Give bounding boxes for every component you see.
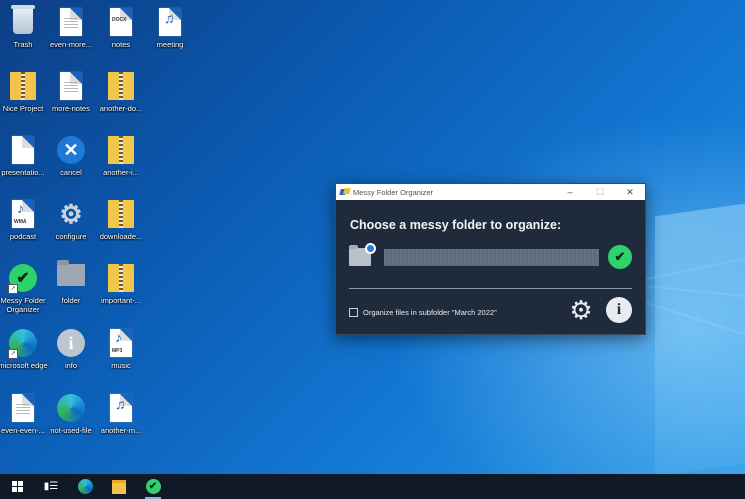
window-titlebar[interactable]: Messy Folder Organizer – ☐ ✕	[336, 184, 645, 200]
checkmark-icon: ✔	[145, 479, 161, 494]
subfolder-option[interactable]: Organize files in subfolder "March 2022"	[349, 308, 497, 317]
text-document-icon	[60, 72, 82, 100]
taskbar-file-explorer-button[interactable]	[102, 474, 136, 499]
info-button[interactable]: i	[606, 297, 632, 323]
task-view-icon: ▮☰	[43, 481, 59, 492]
folder-icon	[57, 260, 85, 286]
file-explorer-icon	[112, 479, 126, 494]
checkmark-icon: ✔	[614, 249, 626, 264]
folder-picker-row: ✔	[349, 243, 632, 269]
folder-path-input[interactable]	[384, 248, 599, 266]
settings-button[interactable]: ⚙	[568, 297, 594, 323]
desktop-icon-another-i[interactable]: another-i...	[89, 132, 153, 177]
wma-file-icon: ♪ WMA	[12, 200, 34, 228]
mp3-file-icon: ♪ MP3	[110, 329, 132, 357]
taskbar-messy-folder-organizer-button[interactable]: ✔	[136, 474, 170, 499]
desktop-icon-important[interactable]: important-...	[89, 260, 153, 305]
wallpaper-light-panel	[655, 203, 745, 477]
info-icon: i	[616, 301, 622, 318]
subfolder-option-label: Organize files in subfolder "March 2022"	[363, 308, 497, 317]
task-view-button[interactable]: ▮☰	[34, 474, 68, 499]
icon-label: music	[111, 361, 131, 370]
window-title: Messy Folder Organizer	[353, 187, 434, 197]
desktop-icon-another-m[interactable]: ♫ another-m...	[89, 390, 153, 435]
desktop-icon-music[interactable]: ♪ MP3 music	[89, 325, 153, 370]
icon-label: important-...	[100, 296, 141, 305]
divider	[349, 288, 632, 289]
windows-logo-icon	[11, 481, 23, 492]
info-icon: i	[57, 329, 85, 357]
audio-file-icon: ♫	[110, 394, 132, 422]
minimize-button[interactable]: –	[555, 187, 585, 197]
zip-folder-icon	[108, 72, 134, 100]
taskbar: ▮☰ ✔	[0, 474, 745, 499]
desktop-icon-downloaded[interactable]: downloade...	[89, 196, 153, 241]
folder-icon	[10, 72, 36, 100]
desktop-icon-meeting[interactable]: ♫ meeting	[138, 4, 202, 49]
shortcut-arrow-icon: ↗	[8, 284, 18, 294]
text-document-icon	[60, 8, 82, 36]
gear-icon: ⚙	[59, 198, 83, 229]
zip-folder-icon	[108, 200, 134, 228]
shortcut-arrow-icon: ↗	[8, 349, 18, 359]
icon-label: another-do...	[99, 104, 143, 113]
cancel-icon: ✕	[57, 136, 85, 164]
edge-icon	[77, 479, 93, 494]
subfolder-checkbox[interactable]	[349, 308, 358, 317]
text-document-icon	[12, 394, 34, 422]
trash-icon	[11, 5, 35, 34]
maximize-button[interactable]: ☐	[585, 187, 615, 198]
zip-folder-icon	[108, 264, 134, 292]
icon-label: another-i...	[103, 168, 139, 177]
page-title: Choose a messy folder to organize:	[350, 218, 562, 232]
text-document-icon	[12, 136, 34, 164]
gear-icon: ⚙	[569, 295, 593, 325]
confirm-button[interactable]: ✔	[608, 245, 632, 269]
audio-file-icon: ♫	[159, 8, 181, 36]
icon-label: downloade...	[99, 232, 143, 241]
app-logo-icon	[340, 187, 350, 197]
close-button[interactable]: ✕	[615, 187, 645, 198]
edge-icon	[57, 394, 85, 422]
docx-document-icon: DOCX	[110, 8, 132, 36]
icon-label: another-m...	[100, 426, 142, 435]
desktop-icon-another-do[interactable]: another-do...	[89, 68, 153, 113]
icon-label: meeting	[156, 40, 184, 49]
zip-folder-icon	[108, 136, 134, 164]
taskbar-edge-button[interactable]	[68, 474, 102, 499]
start-button[interactable]	[0, 474, 34, 499]
messy-folder-organizer-window: Messy Folder Organizer – ☐ ✕ Choose a me…	[335, 183, 646, 335]
browse-folder-icon[interactable]	[349, 243, 376, 266]
